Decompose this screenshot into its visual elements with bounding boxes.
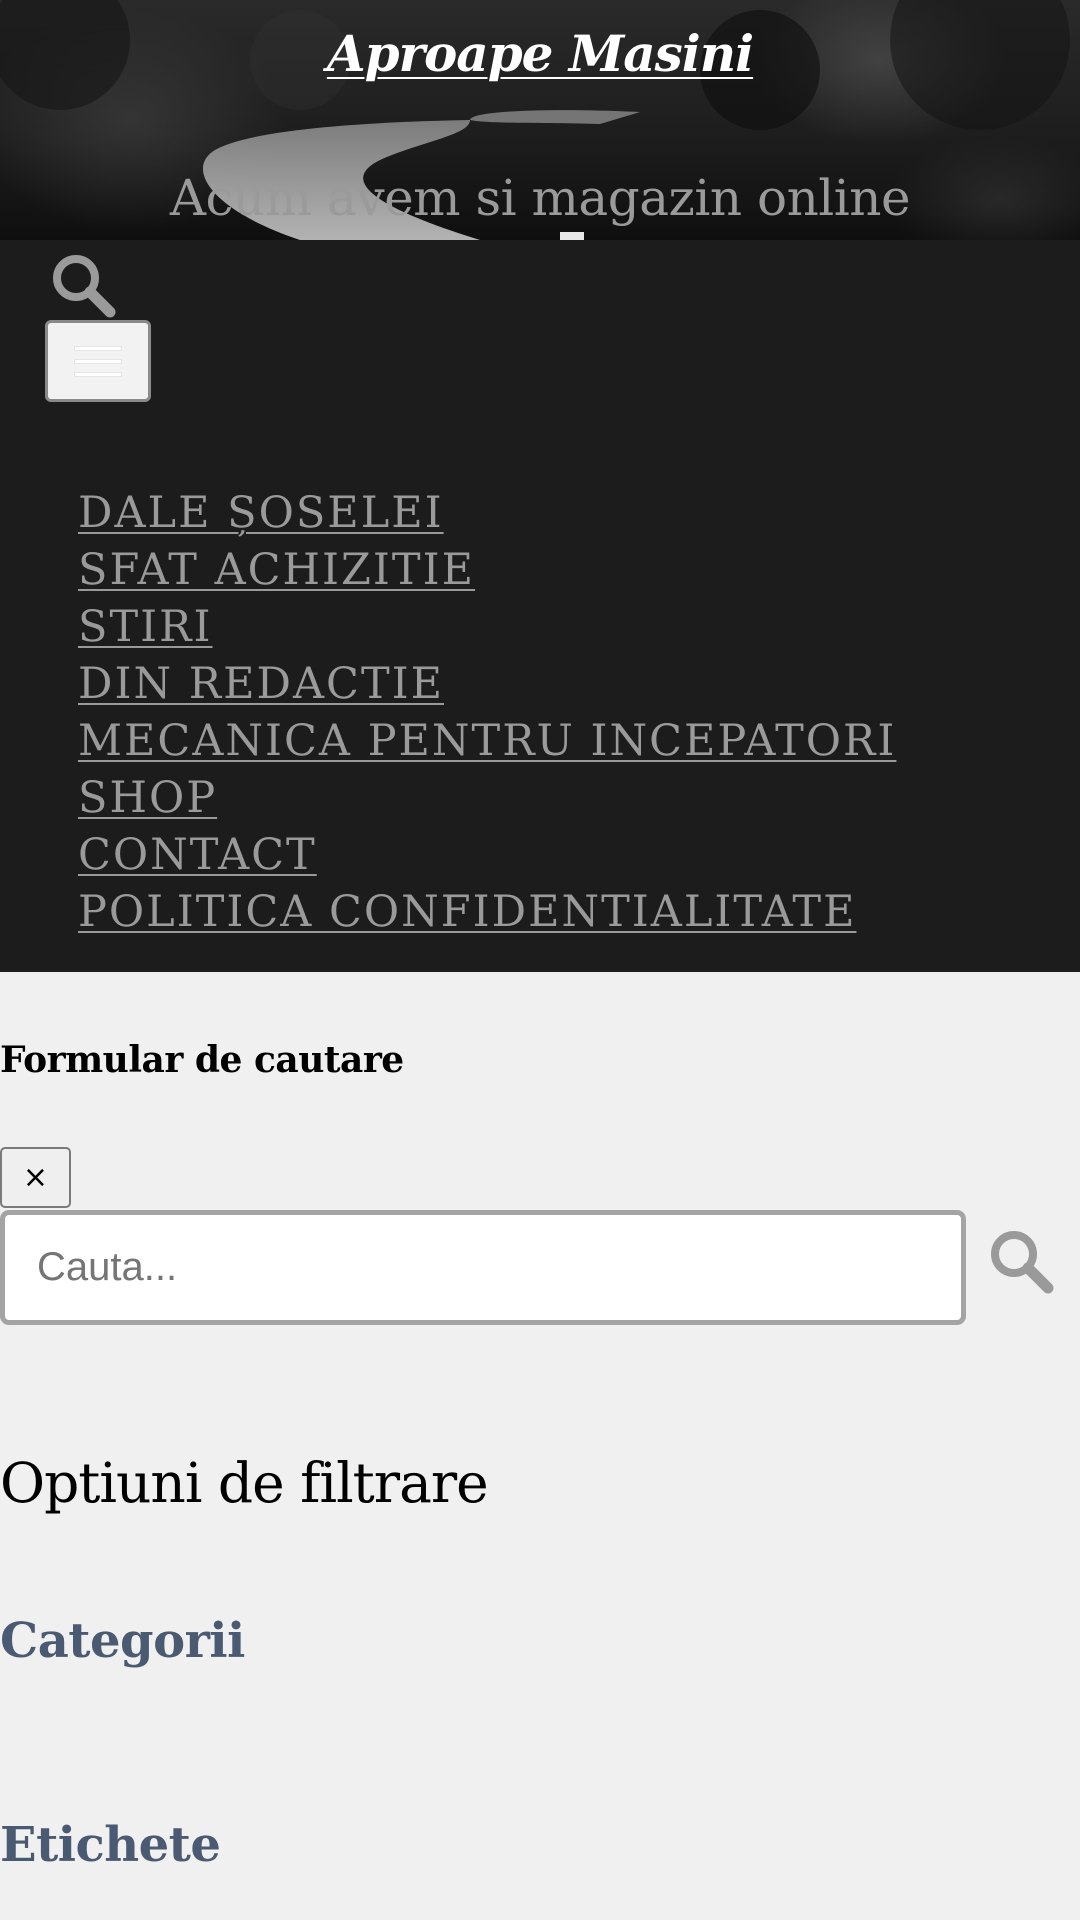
nav-item: MECANICA PENTRU INCEPATORI [78,713,896,770]
search-input[interactable] [0,1210,966,1325]
search-submit-button[interactable] [986,1226,1058,1298]
nav-item: SHOP [78,770,896,827]
nav-menu: DALE ȘOSELEI SFAT ACHIZITIE STIRI DIN RE… [78,485,896,941]
nav-item: POLITICA CONFIDENTIALITATE [78,884,896,941]
nav-item: SFAT ACHIZITIE [78,542,896,599]
nav-link-sfat-achizitie[interactable]: SFAT ACHIZITIE [78,545,475,595]
main-navigation: DALE ȘOSELEI SFAT ACHIZITIE STIRI DIN RE… [0,240,1080,972]
nav-link-contact[interactable]: CONTACT [78,830,317,880]
nav-item: DALE ȘOSELEI [78,485,896,542]
close-search-button[interactable]: × [0,1147,71,1208]
nav-link-stiri[interactable]: STIRI [78,602,213,652]
site-title[interactable]: Aproape Masini [0,18,1080,90]
search-icon [991,1231,1054,1294]
site-tagline: Acum avem si magazin online [169,169,911,227]
hamburger-icon-bar [75,373,121,376]
search-toggle-button[interactable] [48,250,120,322]
hamburger-icon-bar [75,360,121,363]
nav-link-shop[interactable]: SHOP [78,773,217,823]
filter-tags-heading: Etichete [0,1817,221,1873]
nav-link-din-redactie[interactable]: DIN REDACTIE [78,659,444,709]
search-form-heading: Formular de cautare [0,1039,404,1081]
nav-item: CONTACT [78,827,896,884]
filter-options-heading: Optiuni de filtrare [0,1451,489,1515]
filter-categories-heading: Categorii [0,1613,245,1669]
menu-toggle-button[interactable] [45,320,151,402]
nav-link-dale-soselei[interactable]: DALE ȘOSELEI [78,488,444,538]
nav-item: STIRI [78,599,896,656]
nav-link-mecanica[interactable]: MECANICA PENTRU INCEPATORI [78,716,896,766]
site-header: Aproape Masini Acum avem si magazin onli… [0,0,1080,240]
hamburger-icon-bar [75,347,121,350]
nav-item: DIN REDACTIE [78,656,896,713]
nav-link-politica[interactable]: POLITICA CONFIDENTIALITATE [78,887,856,937]
search-icon [53,255,116,318]
